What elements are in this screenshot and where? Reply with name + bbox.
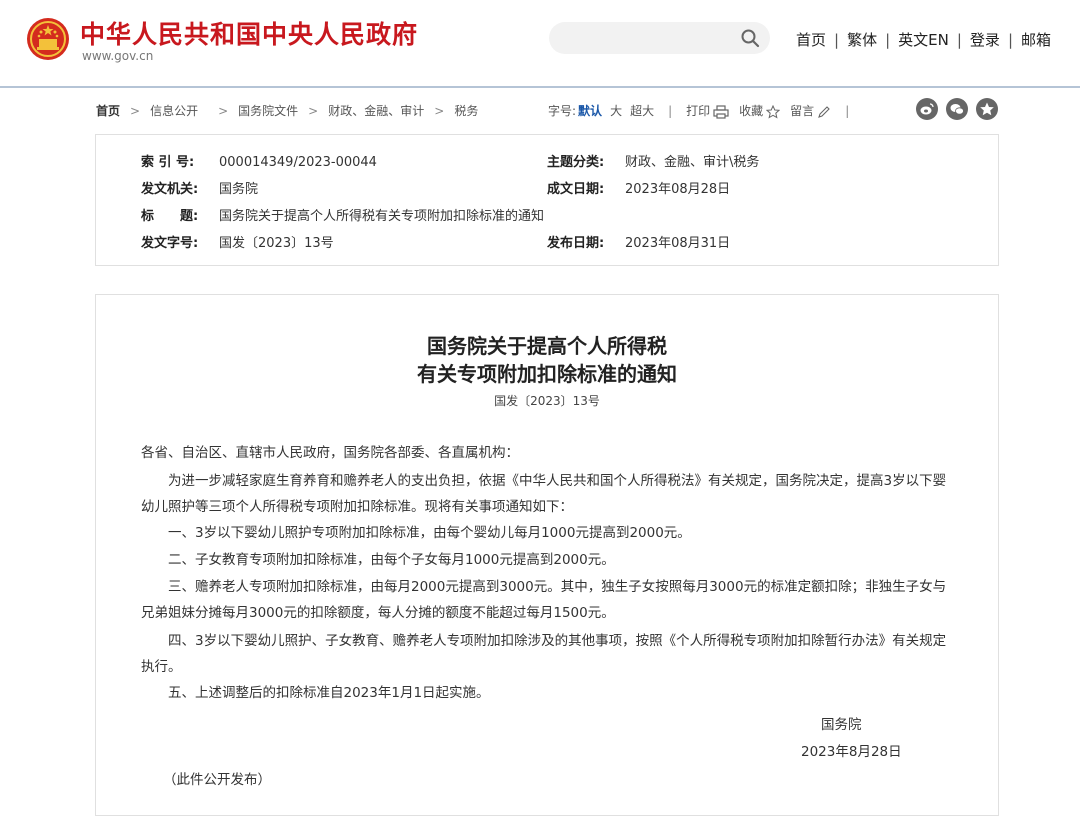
meta-label: 标 题: <box>141 209 199 224</box>
chevron-right-icon: > <box>130 104 141 118</box>
share-icons <box>908 98 998 120</box>
breadcrumb-state-council-docs[interactable]: 国务院文件 <box>238 104 298 118</box>
meta-label: 主题分类: <box>547 155 605 170</box>
meta-label: 发布日期: <box>547 236 605 251</box>
favorite-button[interactable]: 收藏 <box>739 104 781 119</box>
national-emblem-icon[interactable] <box>26 17 70 61</box>
meta-index-no: 索 引 号: 000014349/2023-00044 <box>141 151 377 170</box>
article-signer: 国务院 <box>821 717 862 733</box>
nav-separator: | <box>885 31 891 49</box>
favorite-label: 收藏 <box>739 104 764 118</box>
breadcrumb-info-public[interactable]: 信息公开 <box>150 104 198 118</box>
star-icon <box>766 104 781 119</box>
print-label: 打印 <box>686 104 711 118</box>
chevron-right-icon: > <box>434 104 445 118</box>
meta-publish-date: 发布日期: 2023年08月31日 <box>547 232 730 251</box>
top-nav: 首页 | 繁体 | 英文EN | 登录 | 邮箱 <box>796 29 1051 50</box>
favorite-star-icon[interactable] <box>976 98 998 120</box>
article-paragraph: 为进一步减轻家庭生育养育和赡养老人的支出负担，依据《中华人民共和国个人所得税法》… <box>141 473 947 515</box>
comment-label: 留言 <box>790 104 815 118</box>
article-paragraph: 一、3岁以下婴幼儿照护专项附加扣除标准，由每个婴幼儿每月1000元提高到2000… <box>168 525 691 541</box>
site-title[interactable]: 中华人民共和国中央人民政府 <box>80 15 418 51</box>
breadcrumb-bar: 首页 > 信息公开 > 国务院文件 > 财政、金融、审计 > 税务 字号: 默认大超大 | 打印 收藏 留… <box>96 98 998 124</box>
site-header: 中华人民共和国中央人民政府 www.gov.cn 首页 | 繁体 | 英文EN | 登录 | 邮… <box>0 0 1080 86</box>
font-size-label: 字号: <box>548 104 577 118</box>
meta-subject: 主题分类: 财政、金融、审计\税务 <box>547 151 759 170</box>
chevron-right-icon: > <box>218 104 229 118</box>
article-sign-date: 2023年8月28日 <box>801 744 902 760</box>
article-paragraph: 四、3岁以下婴幼儿照护、子女教育、赡养老人专项附加扣除涉及的其他事项，按照《个人… <box>141 633 947 675</box>
nav-home[interactable]: 首页 <box>796 31 826 49</box>
chevron-right-icon: > <box>308 104 319 118</box>
article-title-line2: 有关专项附加扣除标准的通知 <box>417 362 677 386</box>
document-meta-box: 索 引 号: 000014349/2023-00044 主题分类: 财政、金融、审计… <box>95 134 999 266</box>
weibo-icon[interactable] <box>916 98 938 120</box>
meta-written-date: 成文日期: 2023年08月28日 <box>547 178 730 197</box>
nav-login[interactable]: 登录 <box>970 31 1000 49</box>
tools-separator: | <box>668 104 673 118</box>
font-size-default[interactable]: 默认 <box>578 104 602 118</box>
nav-separator: | <box>1007 31 1013 49</box>
article-publish-note: （此件公开发布） <box>163 772 271 788</box>
breadcrumb: 首页 > 信息公开 > 国务院文件 > 财政、金融、审计 > 税务 <box>96 102 478 119</box>
breadcrumb-home[interactable]: 首页 <box>96 104 120 118</box>
meta-value: 000014349/2023-00044 <box>219 155 377 170</box>
search-input[interactable] <box>549 22 770 54</box>
article-title-line1: 国务院关于提高个人所得税 <box>427 334 667 358</box>
article-salutation: 各省、自治区、直辖市人民政府，国务院各部委、各直属机构： <box>141 445 519 461</box>
meta-value: 国务院关于提高个人所得税有关专项附加扣除标准的通知 <box>219 209 545 224</box>
meta-value: 2023年08月31日 <box>625 236 731 251</box>
nav-mail[interactable]: 邮箱 <box>1021 31 1051 49</box>
article-doc-number: 国发〔2023〕13号 <box>494 394 600 408</box>
printer-icon <box>713 104 729 119</box>
header-divider <box>0 86 1080 88</box>
meta-label: 发文机关: <box>141 182 199 197</box>
site-url: www.gov.cn <box>82 49 154 63</box>
comment-button[interactable]: 留言 <box>790 104 831 118</box>
meta-value: 国务院 <box>219 182 259 197</box>
nav-traditional[interactable]: 繁体 <box>847 31 877 49</box>
meta-value: 财政、金融、审计\税务 <box>625 155 760 170</box>
nav-english[interactable]: 英文EN <box>898 31 949 49</box>
article-paragraph: 三、赡养老人专项附加扣除标准，由每月2000元提高到3000元。其中，独生子女按… <box>141 579 947 621</box>
print-button[interactable]: 打印 <box>686 104 729 119</box>
tools-separator: | <box>845 104 850 118</box>
font-size-large[interactable]: 大 <box>610 104 622 118</box>
article-body: 国务院关于提高个人所得税 有关专项附加扣除标准的通知 国发〔2023〕13号 各… <box>95 294 999 816</box>
nav-separator: | <box>834 31 840 49</box>
meta-value: 国发〔2023〕13号 <box>219 236 334 251</box>
meta-label: 发文字号: <box>141 236 199 251</box>
breadcrumb-tax[interactable]: 税务 <box>454 104 478 118</box>
meta-value: 2023年08月28日 <box>625 182 731 197</box>
breadcrumb-finance[interactable]: 财政、金融、审计 <box>328 104 424 118</box>
article-paragraph: 五、上述调整后的扣除标准自2023年1月1日起实施。 <box>168 685 490 701</box>
meta-issuer: 发文机关: 国务院 <box>141 178 258 197</box>
meta-doc-no: 发文字号: 国发〔2023〕13号 <box>141 232 334 251</box>
meta-title: 标 题: 国务院关于提高个人所得税有关专项附加扣除标准的通知 <box>141 205 544 224</box>
font-size-xlarge[interactable]: 超大 <box>630 104 654 118</box>
article-paragraph: 二、子女教育专项附加扣除标准，由每个子女每月1000元提高到2000元。 <box>168 552 615 568</box>
meta-label: 成文日期: <box>547 182 605 197</box>
meta-label: 索 引 号: <box>141 155 195 170</box>
pencil-icon <box>818 105 830 118</box>
page-tools: 字号: 默认大超大 | 打印 收藏 留言 | <box>548 102 863 119</box>
wechat-icon[interactable] <box>946 98 968 120</box>
nav-separator: | <box>956 31 962 49</box>
search-icon[interactable] <box>740 28 760 48</box>
